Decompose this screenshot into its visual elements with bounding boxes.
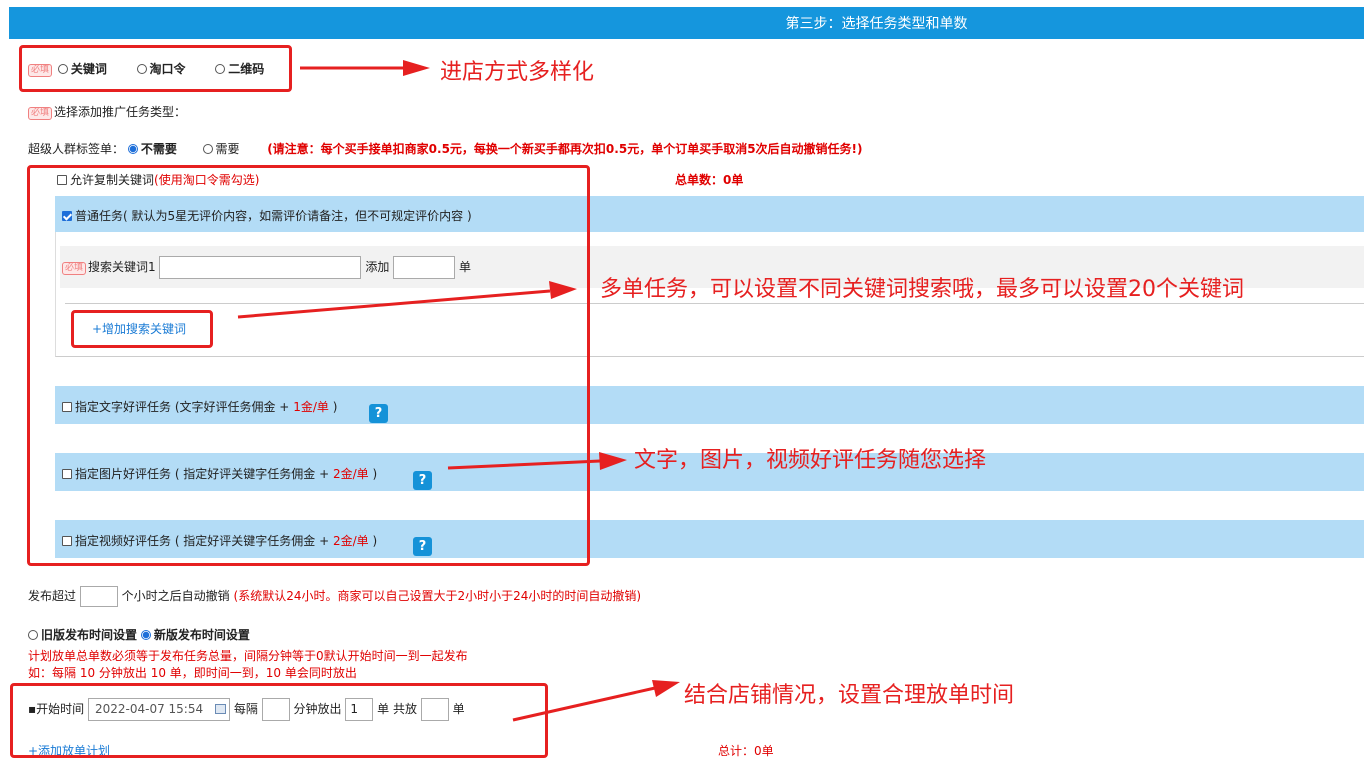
annotation-review: 文字，图片，视频好评任务随您选择 xyxy=(634,448,987,473)
annotation-arrows xyxy=(237,60,680,722)
annotation-entry: 进店方式多样化 xyxy=(440,60,595,85)
annotation-schedule: 结合店铺情况，设置合理放单时间 xyxy=(684,683,1015,708)
annotation-multi-keyword: 多单任务，可以设置不同关键词搜索哦，最多可以设置20个关键词 xyxy=(600,277,1244,302)
